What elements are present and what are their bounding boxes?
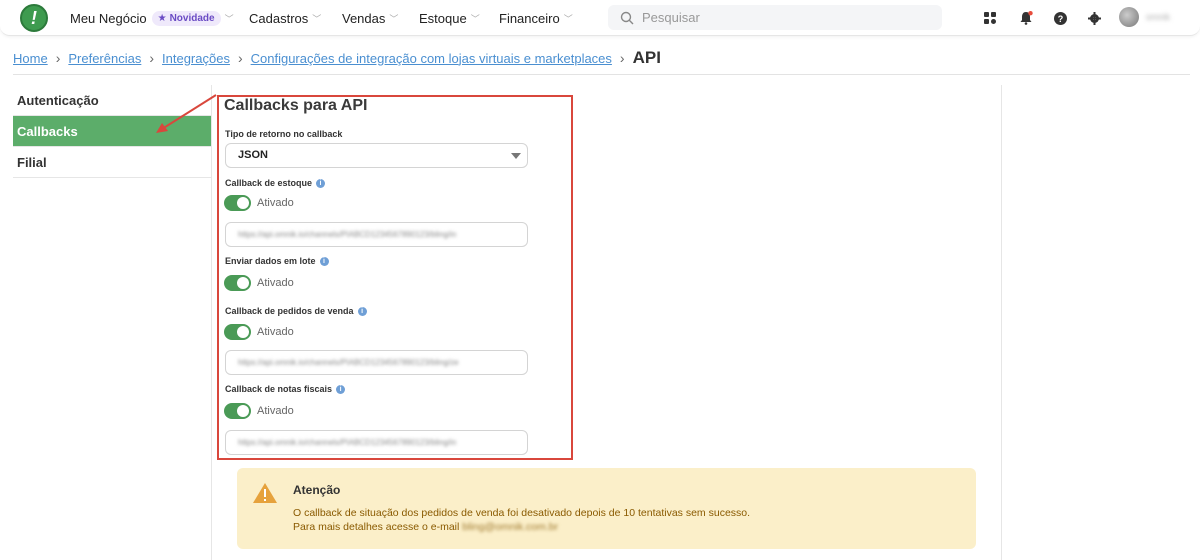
- invoices-callback-toggle-row: Ativado: [224, 403, 294, 419]
- search-input[interactable]: Pesquisar: [608, 5, 942, 30]
- nav-cadastros[interactable]: Cadastros ﹀: [249, 0, 321, 36]
- sidebar-item-filial[interactable]: Filial: [13, 147, 211, 178]
- chevron-down-icon: ﹀: [470, 13, 480, 24]
- alert-email[interactable]: bling@omnik.com.br: [462, 521, 558, 533]
- chevron-right-icon: ›: [55, 50, 61, 66]
- invoices-callback-url-input[interactable]: https://api.omnik.io/channels/PIABCD1234…: [225, 430, 528, 455]
- batch-label: Enviar dados em lote i: [225, 256, 329, 266]
- divider: [1001, 85, 1002, 560]
- annotation-arrow-icon: [156, 94, 217, 133]
- info-icon[interactable]: i: [357, 306, 367, 316]
- info-icon[interactable]: i: [319, 256, 329, 266]
- nav-vendas[interactable]: Vendas ﹀: [342, 0, 398, 36]
- stock-callback-toggle[interactable]: [224, 195, 251, 211]
- warning-icon: [253, 483, 277, 503]
- stock-callback-toggle-row: Ativado: [224, 195, 294, 211]
- username[interactable]: omnik: [1146, 12, 1170, 22]
- divider: [211, 85, 212, 560]
- gear-icon[interactable]: [1085, 9, 1103, 27]
- breadcrumb: Home › Preferências › Integrações › Conf…: [13, 48, 661, 68]
- orders-callback-label: Callback de pedidos de venda i: [225, 306, 367, 316]
- bell-icon[interactable]: [1017, 9, 1035, 27]
- chevron-down-icon: ﹀: [389, 13, 399, 24]
- chevron-down-icon: ﹀: [563, 13, 573, 24]
- chevron-right-icon: ›: [149, 50, 155, 66]
- batch-toggle-row: Ativado: [224, 275, 294, 291]
- chevron-right-icon: ›: [619, 50, 625, 66]
- nav-estoque[interactable]: Estoque ﹀: [419, 0, 480, 36]
- alert-body: O callback de situação dos pedidos de ve…: [293, 507, 751, 533]
- novidade-badge: ★ Novidade: [151, 10, 221, 26]
- svg-text:?: ?: [1057, 14, 1063, 24]
- orders-callback-url-input[interactable]: https://api.omnik.io/channels/PIABCD1234…: [225, 350, 528, 375]
- search-icon: [620, 11, 634, 24]
- apps-grid-icon[interactable]: [981, 9, 999, 27]
- stock-callback-url-input[interactable]: https://api.omnik.io/channels/PIABCD1234…: [225, 222, 528, 247]
- chevron-down-icon: ﹀: [312, 13, 322, 24]
- breadcrumb-preferencias[interactable]: Preferências: [68, 51, 141, 66]
- page-title: API: [632, 48, 661, 67]
- info-icon[interactable]: i: [336, 384, 346, 394]
- top-bar: ! Meu Negócio ★ Novidade ﹀ Cadastros ﹀ V…: [0, 0, 1200, 36]
- return-type-select[interactable]: JSON: [225, 143, 528, 168]
- nav-meu-negocio[interactable]: Meu Negócio ★ Novidade ﹀: [70, 0, 234, 36]
- return-type-label: Tipo de retorno no callback: [225, 129, 343, 139]
- invoices-callback-toggle[interactable]: [224, 403, 251, 419]
- chevron-right-icon: ›: [237, 50, 243, 66]
- star-icon: ★: [157, 12, 167, 24]
- divider: [13, 74, 1190, 75]
- help-icon[interactable]: ?: [1051, 9, 1069, 27]
- breadcrumb-home[interactable]: Home: [13, 51, 48, 66]
- nav-label: Meu Negócio: [70, 10, 147, 26]
- invoices-callback-label: Callback de notas fiscais i: [225, 384, 346, 394]
- warning-alert: Atenção O callback de situação dos pedid…: [237, 468, 976, 549]
- nav-financeiro[interactable]: Financeiro ﹀: [499, 0, 573, 36]
- caret-down-icon: [511, 153, 521, 159]
- alert-title: Atenção: [293, 483, 341, 497]
- orders-callback-toggle-row: Ativado: [224, 324, 294, 340]
- chevron-down-icon: ﹀: [224, 13, 234, 24]
- info-icon[interactable]: i: [316, 178, 326, 188]
- avatar[interactable]: [1119, 7, 1139, 27]
- orders-callback-toggle[interactable]: [224, 324, 251, 340]
- stock-callback-label: Callback de estoque i: [225, 178, 326, 188]
- panel-title: Callbacks para API: [224, 97, 368, 114]
- batch-toggle[interactable]: [224, 275, 251, 291]
- app-logo[interactable]: !: [20, 4, 48, 32]
- breadcrumb-integracoes[interactable]: Integrações: [162, 51, 230, 66]
- breadcrumb-configuracoes[interactable]: Configurações de integração com lojas vi…: [251, 51, 612, 66]
